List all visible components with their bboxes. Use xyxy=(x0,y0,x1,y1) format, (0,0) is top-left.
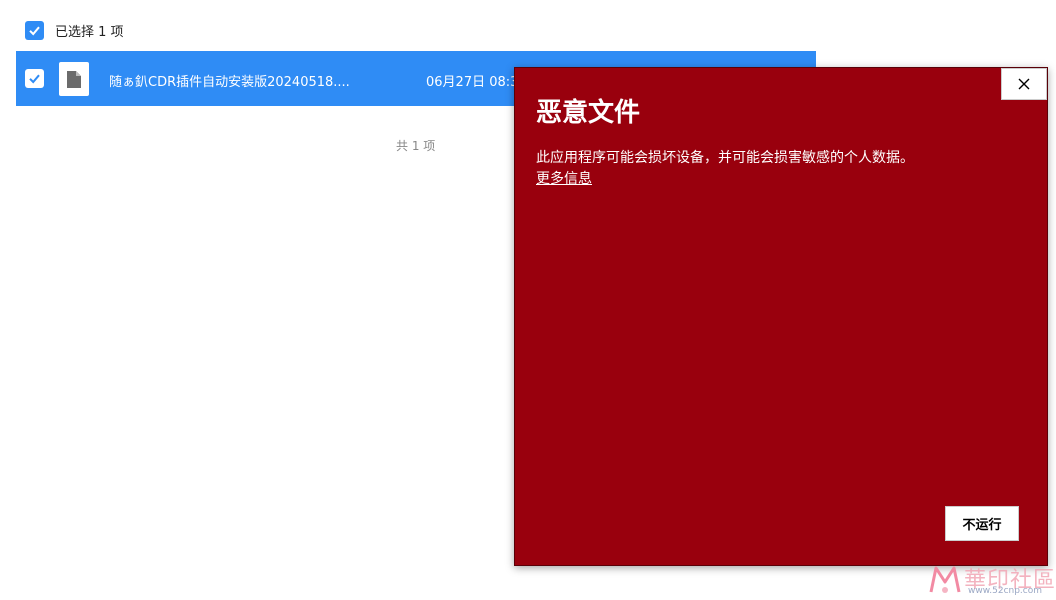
check-icon xyxy=(29,26,40,36)
selection-header: 已选择 1 项 xyxy=(25,21,124,40)
select-all-checkbox[interactable] xyxy=(25,21,44,40)
page: 已选择 1 项 随ぁ釟CDR插件自动安装版20240518.... 06月27日… xyxy=(0,0,1056,600)
watermark-url: www.52cnp.com xyxy=(968,586,1043,596)
total-count: 共 1 项 xyxy=(396,139,436,153)
selection-count-label: 已选择 1 项 xyxy=(55,25,124,40)
watermark-logo-icon xyxy=(929,566,961,593)
file-date: 06月27日 08:3 xyxy=(426,75,519,90)
close-button[interactable] xyxy=(1001,68,1047,100)
file-row-checkbox[interactable] xyxy=(25,69,44,88)
file-icon xyxy=(59,62,89,96)
dialog-title: 恶意文件 xyxy=(536,98,641,128)
more-info-link[interactable]: 更多信息 xyxy=(536,168,592,188)
malicious-file-dialog: 恶意文件 此应用程序可能会损坏设备，并可能会损害敏感的个人数据。 更多信息 不运… xyxy=(514,67,1048,566)
file-name: 随ぁ釟CDR插件自动安装版20240518.... xyxy=(109,75,350,90)
check-icon xyxy=(29,74,40,84)
watermark: 華印社區 www.52cnp.com xyxy=(928,562,1055,598)
dont-run-button[interactable]: 不运行 xyxy=(945,506,1019,541)
close-icon xyxy=(1018,78,1030,90)
dialog-message: 此应用程序可能会损坏设备，并可能会损害敏感的个人数据。 xyxy=(536,150,914,166)
